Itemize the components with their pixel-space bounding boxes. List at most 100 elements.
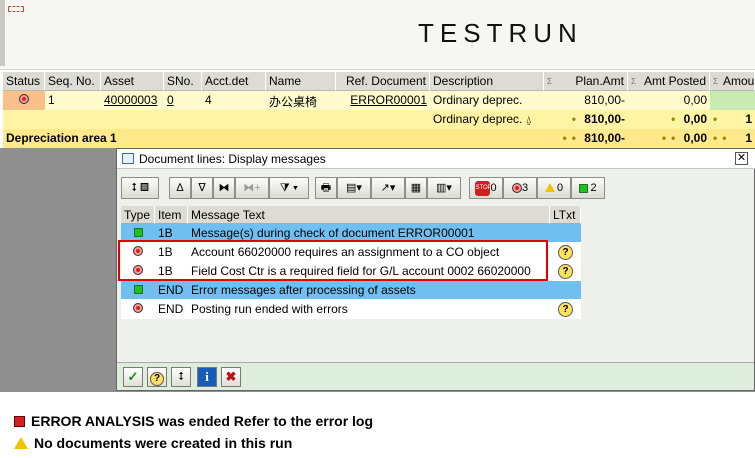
total-posted-value: 0,00	[683, 131, 707, 145]
msg-item-cell: END	[155, 281, 188, 300]
dialog-button-bar: ✓ ? ⭥ i ✖	[117, 362, 754, 390]
stop-filter-button[interactable]: STOP0	[469, 177, 503, 199]
total-plan-value: 810,00-	[584, 131, 625, 145]
change-layout-button[interactable]: ▥▾	[427, 177, 461, 199]
msg-text-cell[interactable]: Error messages after processing of asset…	[188, 281, 550, 300]
col-acct-det[interactable]: Acct.det	[202, 72, 266, 91]
col-plan-amt-label: Plan.Amt	[575, 74, 624, 88]
asset-link[interactable]: 40000003	[101, 91, 164, 110]
report-header: TESTRUN	[0, 0, 755, 70]
col-status[interactable]: Status	[3, 72, 45, 91]
col-ref-document[interactable]: Ref. Document	[336, 72, 430, 91]
dialog-edit-icon	[122, 153, 134, 164]
error-count: 3	[521, 182, 529, 194]
long-text-icon[interactable]: ?	[558, 264, 573, 279]
col-message-text[interactable]: Message Text	[188, 206, 550, 224]
long-text-icon[interactable]: ?	[558, 302, 573, 317]
sum-icon: Σ	[547, 77, 552, 86]
dialog-title: Document lines: Display messages	[139, 152, 326, 166]
warning-count: 0	[556, 182, 564, 194]
col-name[interactable]: Name	[266, 72, 336, 91]
error-square-icon	[14, 416, 25, 427]
find-next-button[interactable]: ⧓+	[235, 177, 269, 199]
layout-button[interactable]: ▦	[405, 177, 427, 199]
success-icon	[133, 228, 143, 237]
filter-button[interactable]: ⧩ ▾	[269, 177, 309, 199]
sno-link[interactable]: 0	[164, 91, 202, 110]
success-icon	[133, 285, 143, 294]
success-icon	[579, 183, 589, 193]
msg-ltxt-cell[interactable]: ?	[550, 300, 581, 319]
msg-ltxt-cell	[550, 281, 581, 300]
col-description[interactable]: Description	[430, 72, 544, 91]
details-icon[interactable]: ⭥	[171, 367, 191, 387]
col-amount-label: Amou	[723, 74, 755, 88]
warning-message: No documents were created in this run	[34, 435, 293, 451]
total-dots: ••	[713, 131, 732, 145]
sort-ascending-button[interactable]: ∆	[169, 177, 191, 199]
total-plan-amt: •• 810,00-	[544, 129, 628, 148]
error-filter-button[interactable]: 3	[503, 177, 537, 199]
subtotal-description-label: Ordinary deprec.	[433, 112, 523, 126]
error-message: ERROR ANALYSIS was ended Refer to the er…	[31, 413, 374, 429]
sum-icon: Σ	[631, 77, 636, 86]
msg-text-cell[interactable]: Posting run ended with errors	[188, 300, 550, 319]
error-icon	[133, 303, 143, 313]
acct-det-cell: 4	[202, 91, 266, 110]
sort-descending-button[interactable]: ∇	[191, 177, 213, 199]
subtotal-plan-amt: • 810,00-	[544, 110, 628, 129]
col-ltxt[interactable]: LTxt	[550, 206, 581, 224]
continue-check-icon[interactable]: ✓	[123, 367, 143, 387]
subtotal-dots: •	[671, 112, 681, 126]
subtotal-amount: • 1	[710, 110, 755, 129]
amount-cell	[710, 91, 755, 110]
close-icon[interactable]: ✕	[735, 152, 748, 165]
col-sno[interactable]: SNo.	[164, 72, 202, 91]
print-preview-button[interactable]: 🖶︎	[315, 177, 337, 199]
display-details-button[interactable]: ⭥ ▤	[121, 177, 159, 199]
long-text-icon[interactable]: ?	[558, 245, 573, 260]
message-area: ERROR ANALYSIS was ended Refer to the er…	[0, 392, 755, 458]
col-asset[interactable]: Asset	[101, 72, 164, 91]
total-amount-value: 1	[745, 131, 752, 145]
subtotal-row-blank	[3, 110, 430, 129]
highlight-box	[118, 240, 548, 281]
sum-icon: Σ	[713, 77, 718, 86]
export-button[interactable]: ▤▾	[337, 177, 371, 199]
help-icon[interactable]: ?	[147, 367, 167, 387]
info-icon[interactable]: i	[197, 367, 217, 387]
description-cell: Ordinary deprec.	[430, 91, 544, 110]
dialog-toolbar: ⭥ ▤ ∆ ∇ ⧓ ⧓+ ⧩ ▾ 🖶︎ ▤▾ ↗▾ ▦ ▥▾ STOP0 3 0…	[117, 177, 755, 201]
subtotal-expand-icon[interactable]: ⍙	[526, 115, 532, 126]
header-strip	[0, 0, 5, 66]
report-title: TESTRUN	[418, 18, 583, 48]
warning-triangle-icon	[14, 437, 28, 449]
col-type[interactable]: Type	[121, 206, 155, 224]
plan-amt-cell: 810,00-	[544, 91, 628, 110]
msg-ltxt-cell	[550, 224, 581, 243]
msg-ltxt-cell[interactable]: ?	[550, 243, 581, 262]
error-icon	[511, 183, 522, 194]
msg-ltxt-cell[interactable]: ?	[550, 262, 581, 281]
subtotal-dots: •	[713, 112, 723, 126]
status-cell[interactable]	[3, 91, 45, 110]
col-seq-no[interactable]: Seq. No.	[45, 72, 101, 91]
col-amount[interactable]: Σ Amou	[710, 72, 755, 91]
subtotal-amount-value: 1	[745, 112, 752, 126]
find-button[interactable]: ⧓	[213, 177, 235, 199]
msg-type-cell	[121, 300, 155, 319]
cancel-icon[interactable]: ✖	[221, 367, 241, 387]
amt-posted-cell: 0,00	[628, 91, 710, 110]
subtotal-plan-value: 810,00-	[584, 112, 625, 126]
warning-filter-button[interactable]: 0	[537, 177, 571, 199]
col-plan-amt[interactable]: Σ Plan.Amt	[544, 72, 628, 91]
col-item[interactable]: Item	[155, 206, 188, 224]
msg-type-cell	[121, 281, 155, 300]
success-filter-button[interactable]: 2	[571, 177, 605, 199]
send-button[interactable]: ↗▾	[371, 177, 405, 199]
msg-item-cell: END	[155, 300, 188, 319]
col-amt-posted-label: Amt Posted	[643, 74, 706, 88]
subtotal-description: Ordinary deprec. ⍙	[430, 110, 544, 129]
col-amt-posted[interactable]: Σ Amt Posted	[628, 72, 710, 91]
ref-document-link[interactable]: ERROR00001	[336, 91, 430, 110]
